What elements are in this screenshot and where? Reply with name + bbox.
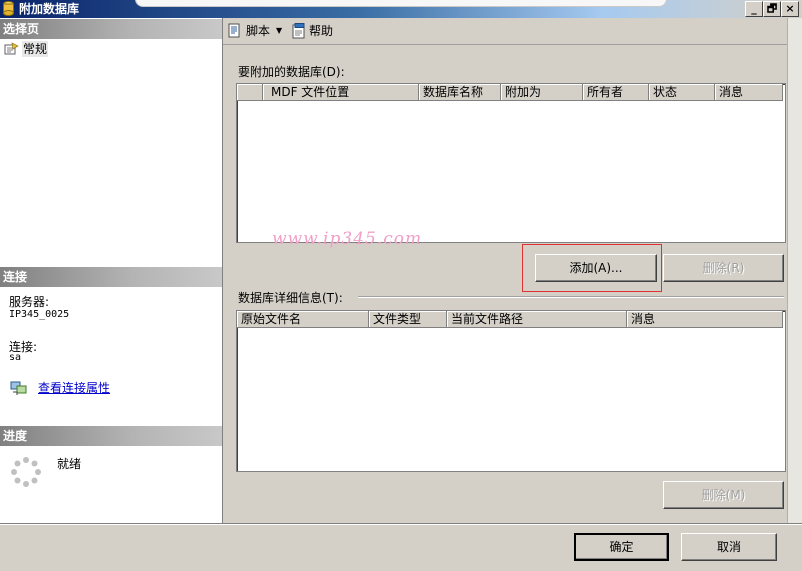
close-button[interactable]: × — [781, 1, 799, 17]
help-icon — [292, 23, 305, 39]
page-item-general[interactable]: 常规 — [4, 41, 52, 57]
remove-attach-button[interactable]: 删除(R) — [663, 254, 784, 282]
details-col-original-file[interactable]: 原始文件名 — [237, 311, 369, 328]
connection-value: sa — [9, 352, 22, 363]
title-search-strip — [135, 0, 667, 7]
page-label-general: 常规 — [22, 41, 49, 57]
script-icon — [228, 23, 240, 38]
attach-col-message[interactable]: 消息 — [715, 84, 783, 101]
script-label: 脚本 — [246, 24, 271, 38]
view-connection-properties-link[interactable]: 查看连接属性 — [38, 379, 110, 396]
ok-button[interactable]: 确定 — [574, 533, 669, 561]
attach-col-status[interactable]: 状态 — [649, 84, 715, 101]
add-button[interactable]: 添加(A)... — [535, 254, 657, 282]
attach-col-select[interactable] — [237, 84, 263, 101]
attach-section-label: 要附加的数据库(D): — [238, 65, 345, 79]
window-title: 附加数据库 — [19, 2, 80, 16]
help-label: 帮助 — [309, 24, 334, 38]
attach-col-attach-as[interactable]: 附加为 — [501, 84, 583, 101]
database-icon — [3, 1, 14, 16]
attach-col-db-name[interactable]: 数据库名称 — [419, 84, 501, 101]
database-details-grid[interactable]: 原始文件名 文件类型 当前文件路径 消息 — [236, 310, 786, 472]
cancel-button[interactable]: 取消 — [681, 533, 777, 561]
details-col-message[interactable]: 消息 — [627, 311, 783, 328]
details-col-current-path[interactable]: 当前文件路径 — [447, 311, 627, 328]
remove-details-button[interactable]: 删除(M) — [663, 481, 784, 509]
connection-header: 连接 — [0, 267, 222, 287]
footer-separator — [0, 523, 802, 525]
minimize-button[interactable]: _ — [745, 1, 763, 17]
progress-header: 进度 — [0, 426, 222, 446]
attach-col-mdf-location[interactable]: MDF 文件位置 — [263, 84, 419, 101]
chevron-down-icon[interactable]: ▼ — [276, 22, 282, 40]
select-page-header: 选择页 — [0, 19, 222, 39]
details-section-label: 数据库详细信息(T): — [238, 291, 343, 305]
server-value: IP345_0025 — [9, 309, 70, 320]
connection-properties-icon — [10, 381, 27, 395]
attach-col-owner[interactable]: 所有者 — [583, 84, 649, 101]
attach-databases-grid[interactable]: MDF 文件位置 数据库名称 附加为 所有者 状态 消息 — [236, 83, 786, 243]
details-col-file-type[interactable]: 文件类型 — [369, 311, 447, 328]
progress-spinner-icon — [11, 457, 41, 487]
watermark-text: www.ip345.com — [272, 229, 423, 249]
panel-divider — [222, 18, 223, 523]
server-label: 服务器: — [9, 295, 50, 309]
details-separator — [358, 296, 784, 298]
restore-button[interactable]: 🗗 — [763, 1, 781, 17]
vertical-scrollbar[interactable] — [787, 18, 802, 523]
page-icon — [4, 42, 19, 55]
progress-status: 就绪 — [57, 457, 82, 471]
